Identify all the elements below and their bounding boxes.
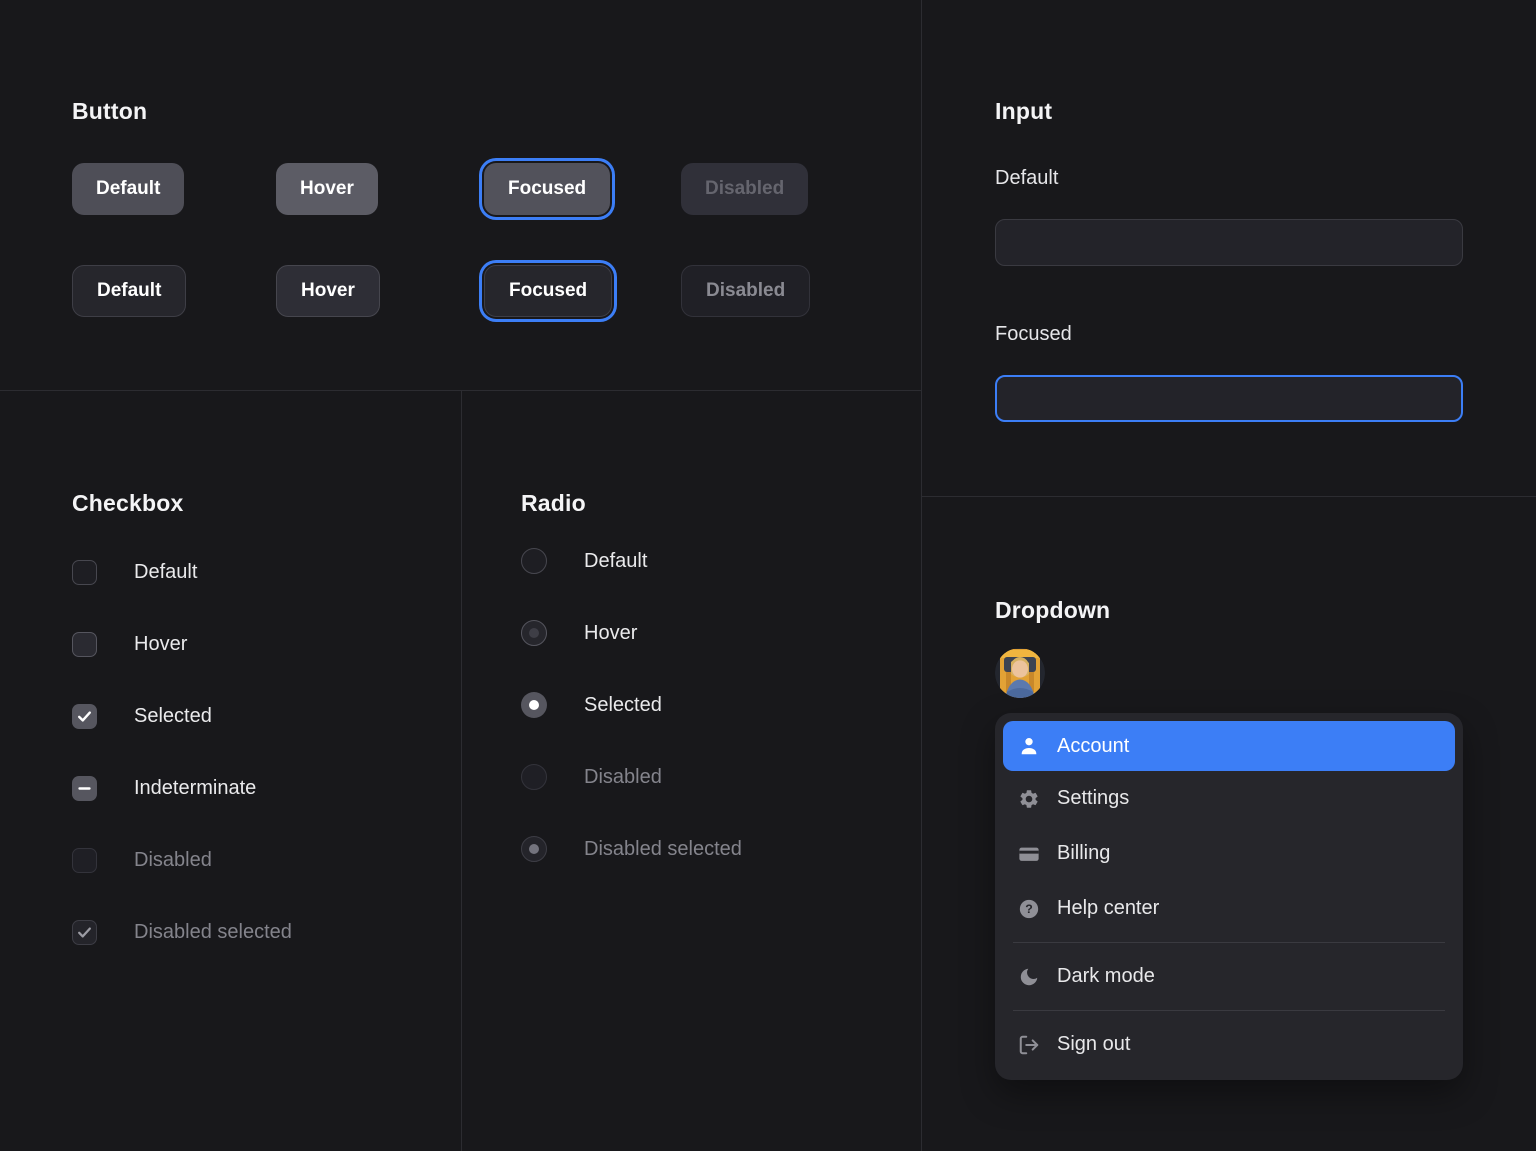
divider-vertical-left [461,390,462,1151]
minus-icon [76,780,93,797]
radio-dot [529,844,539,854]
checkbox-disabled-selected [72,920,97,945]
checkbox-section-title: Checkbox [72,490,184,517]
button-ghost-disabled: Disabled [681,265,810,317]
checkbox-default[interactable] [72,560,97,585]
checkbox-label: Indeterminate [134,777,256,800]
menu-item-account[interactable]: Account [1003,721,1455,771]
radio-label: Disabled [584,766,662,789]
checkbox-row: Hover [72,631,187,657]
button-section-title: Button [72,98,147,125]
check-icon [76,924,93,941]
checkbox-row: Disabled [72,847,212,873]
menu-divider [1013,942,1445,943]
button-ghost-hover[interactable]: Hover [276,265,380,317]
divider-horizontal-right [921,496,1536,497]
button-ghost-default[interactable]: Default [72,265,186,317]
radio-row: Default [521,548,647,574]
radio-label: Default [584,550,647,573]
radio-disabled [521,764,547,790]
radio-default[interactable] [521,548,547,574]
gear-icon [1018,788,1040,810]
checkbox-label: Default [134,561,197,584]
checkbox-label: Selected [134,705,212,728]
checkbox-selected[interactable] [72,704,97,729]
menu-item-label: Help center [1057,897,1159,920]
dropdown-section-title: Dropdown [995,597,1110,624]
menu-item-billing[interactable]: Billing [1003,826,1455,881]
sign-out-icon [1018,1034,1040,1056]
checkbox-indeterminate[interactable] [72,776,97,801]
menu-item-help-center[interactable]: ? Help center [1003,881,1455,936]
menu-item-settings[interactable]: Settings [1003,771,1455,826]
check-icon [76,708,93,725]
input-default-label: Default [995,167,1058,190]
checkbox-row: Disabled selected [72,919,292,945]
input-default[interactable] [995,219,1463,266]
menu-item-label: Account [1057,735,1129,758]
input-focused-label: Focused [995,323,1072,346]
component-showcase: Button Default Hover Focused Disabled De… [0,0,1536,1151]
checkbox-disabled [72,848,97,873]
divider-vertical-main [921,0,922,1151]
checkbox-row: Selected [72,703,212,729]
input-focused[interactable] [995,375,1463,422]
radio-label: Disabled selected [584,838,742,861]
menu-item-dark-mode[interactable]: Dark mode [1003,949,1455,1004]
radio-selected[interactable] [521,692,547,718]
radio-label: Selected [584,694,662,717]
button-filled-hover[interactable]: Hover [276,163,378,215]
radio-dot [529,628,539,638]
help-circle-icon: ? [1018,898,1040,920]
svg-text:?: ? [1025,902,1033,916]
user-avatar[interactable] [995,648,1045,698]
radio-disabled-selected [521,836,547,862]
menu-item-label: Sign out [1057,1033,1130,1056]
radio-section-title: Radio [521,490,586,517]
menu-item-label: Billing [1057,842,1110,865]
radio-row: Hover [521,620,637,646]
button-ghost-focused[interactable]: Focused [484,265,612,317]
button-filled-disabled: Disabled [681,163,808,215]
menu-item-label: Dark mode [1057,965,1155,988]
radio-row: Selected [521,692,662,718]
input-section-title: Input [995,98,1052,125]
dropdown-menu: Account Settings Billing ? Help center [995,713,1463,1080]
menu-item-label: Settings [1057,787,1129,810]
checkbox-row: Indeterminate [72,775,256,801]
checkbox-label: Hover [134,633,187,656]
button-filled-default[interactable]: Default [72,163,184,215]
moon-icon [1018,966,1040,988]
menu-divider [1013,1010,1445,1011]
button-filled-focused[interactable]: Focused [484,163,610,215]
user-icon [1018,735,1040,757]
radio-dot [529,700,539,710]
checkbox-hover[interactable] [72,632,97,657]
radio-label: Hover [584,622,637,645]
radio-row: Disabled [521,764,662,790]
credit-card-icon [1018,843,1040,865]
radio-hover[interactable] [521,620,547,646]
checkbox-label: Disabled [134,849,212,872]
checkbox-row: Default [72,559,197,585]
user-avatar-image [995,648,1045,698]
checkbox-label: Disabled selected [134,921,292,944]
radio-row: Disabled selected [521,836,742,862]
menu-item-sign-out[interactable]: Sign out [1003,1017,1455,1072]
